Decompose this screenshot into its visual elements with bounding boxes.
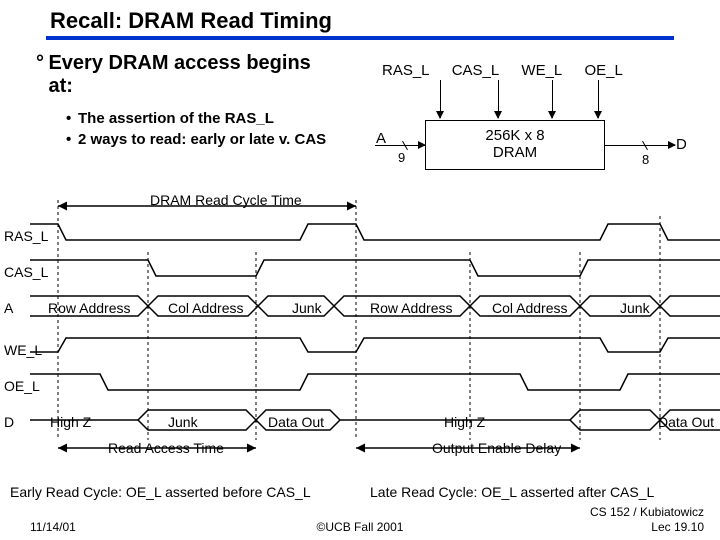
page-title: Recall: DRAM Read Timing [50, 8, 332, 33]
dram-line1: 256K x 8 [426, 127, 604, 144]
arrow-we [552, 80, 553, 118]
a-wire [375, 145, 425, 146]
sub-bullet-2: 2 ways to read: early or late v. CAS [78, 131, 326, 148]
bullet-marker: ° [36, 52, 44, 75]
port-d-label: D [676, 136, 687, 153]
ras-label: RAS_L [382, 62, 430, 79]
cas-label: CAS_L [452, 62, 500, 79]
oe-label: OE_L [584, 62, 622, 79]
we-label: WE_L [521, 62, 562, 79]
sub-bullet-1: The assertion of the RAS_L [78, 110, 274, 127]
arrow-ras [440, 80, 441, 118]
arrow-oe [598, 80, 599, 118]
timing-svg [0, 192, 720, 492]
d-wire [605, 145, 675, 146]
dram-box: 256K x 8 DRAM [425, 120, 605, 170]
signal-labels: RAS_L CAS_L WE_L OE_L [382, 62, 641, 79]
main-bullet-text: Every DRAM access begins at: [48, 52, 328, 98]
arrow-cas [498, 80, 499, 118]
title-underline [46, 36, 674, 40]
bullet-block: ° Every DRAM access begins at: •The asse… [36, 52, 356, 152]
footer-course: CS 152 / KubiatowiczLec 19.10 [590, 505, 704, 534]
port-d-bits: 8 [642, 152, 649, 167]
port-a-bits: 9 [398, 150, 405, 165]
dram-line2: DRAM [426, 144, 604, 161]
